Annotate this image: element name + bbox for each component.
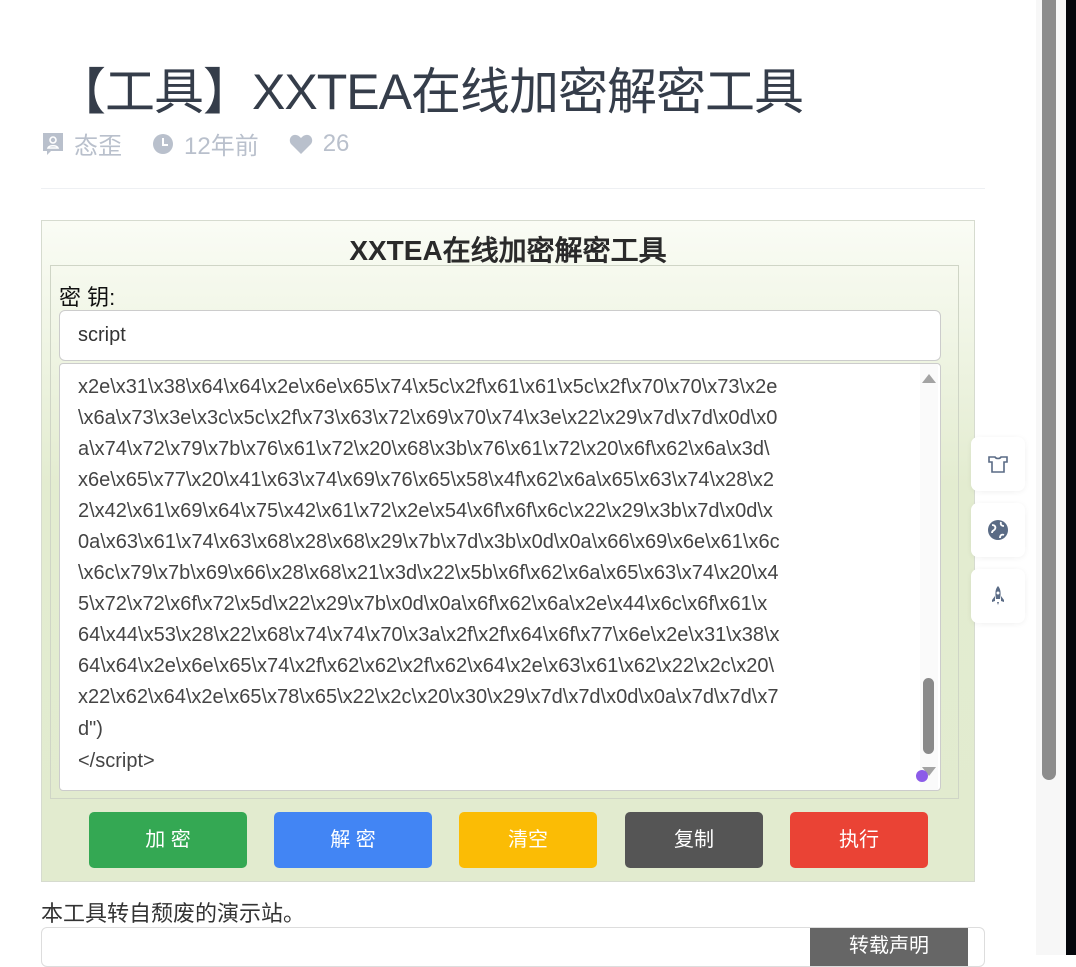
theme-button[interactable] <box>971 437 1025 491</box>
text-line: </script> <box>78 750 155 772</box>
decrypt-button[interactable]: 解 密 <box>274 812 432 868</box>
likes-text: 26 <box>322 129 350 157</box>
reprint-notice-button[interactable]: 转载声明 <box>810 928 968 966</box>
tshirt-icon <box>988 456 1008 473</box>
text-line: \x6a\x73\x3e\x3c\x5c\x2f\x73\x63\x72\x69… <box>78 407 778 429</box>
source-note: 本工具转自颓废的演示站。 <box>41 901 306 926</box>
author[interactable]: 态歪 <box>42 126 122 161</box>
text-line: 64\x44\x53\x28\x22\x68\x74\x74\x70\x3a\x… <box>78 624 780 646</box>
textarea-content: x2e\x31\x38\x64\x64\x2e\x6e\x65\x74\x5c\… <box>78 372 780 777</box>
key-input[interactable]: script <box>59 310 941 361</box>
page-title: 【工具】XXTEA在线加密解密工具 <box>56 64 804 120</box>
clock-icon <box>153 133 173 154</box>
author-name: 态歪 <box>74 133 122 160</box>
heart-icon <box>289 134 312 154</box>
language-button[interactable] <box>971 503 1025 557</box>
tool-title: XXTEA在线加密解密工具 <box>349 235 667 266</box>
xxtea-tool: XXTEA在线加密解密工具 密 钥: script x2e\x31\x38\x6… <box>41 220 975 882</box>
rocket-icon <box>992 586 1004 605</box>
background-edge <box>1066 0 1076 955</box>
content-textarea[interactable]: x2e\x31\x38\x64\x64\x2e\x6e\x65\x74\x5c\… <box>59 363 941 791</box>
back-to-top-button[interactable] <box>971 569 1025 623</box>
text-line: x22\x62\x64\x2e\x65\x78\x65\x22\x2c\x20\… <box>78 686 779 708</box>
tool-fieldset: 密 钥: script x2e\x31\x38\x64\x64\x2e\x6e\… <box>50 265 959 799</box>
encrypt-button[interactable]: 加 密 <box>89 812 247 868</box>
globe-icon <box>988 520 1008 540</box>
text-line: 64\x64\x2e\x6e\x65\x74\x2f\x62\x62\x2f\x… <box>78 655 774 677</box>
text-line: \x6c\x79\x7b\x69\x66\x28\x68\x21\x3d\x22… <box>78 562 779 584</box>
clear-button[interactable]: 清空 <box>459 812 597 868</box>
notice-box: 转载声明 <box>41 927 985 967</box>
run-button[interactable]: 执行 <box>790 812 928 868</box>
text-line: a\x74\x72\x79\x7b\x76\x61\x72\x20\x68\x3… <box>78 438 770 460</box>
text-line: 5\x72\x72\x6f\x72\x5d\x22\x29\x7b\x0d\x0… <box>78 593 768 615</box>
text-line: x2e\x31\x38\x64\x64\x2e\x6e\x65\x74\x5c\… <box>78 376 778 398</box>
text-line: x6e\x65\x77\x20\x41\x63\x74\x69\x76\x65\… <box>78 469 775 491</box>
textarea-scrollbar-thumb[interactable] <box>923 678 934 754</box>
text-line: d") <box>78 718 103 740</box>
like-count[interactable]: 26 <box>289 129 350 158</box>
page-scrollbar-thumb[interactable] <box>1042 0 1056 780</box>
text-line: 2\x42\x61\x69\x64\x75\x42\x61\x72\x2e\x5… <box>78 500 773 522</box>
time-text: 12年前 <box>184 133 259 160</box>
post-time: 12年前 <box>152 126 259 161</box>
user-card-icon <box>43 132 63 155</box>
resize-handle-icon[interactable] <box>916 770 928 782</box>
post-meta: 态歪 12年前 26 <box>42 126 379 161</box>
text-line: 0a\x63\x61\x74\x63\x68\x28\x68\x29\x7b\x… <box>78 531 780 553</box>
scroll-up-arrow-icon[interactable] <box>922 374 936 383</box>
divider <box>41 188 985 189</box>
copy-button[interactable]: 复制 <box>625 812 763 868</box>
key-label: 密 钥: <box>59 285 116 310</box>
